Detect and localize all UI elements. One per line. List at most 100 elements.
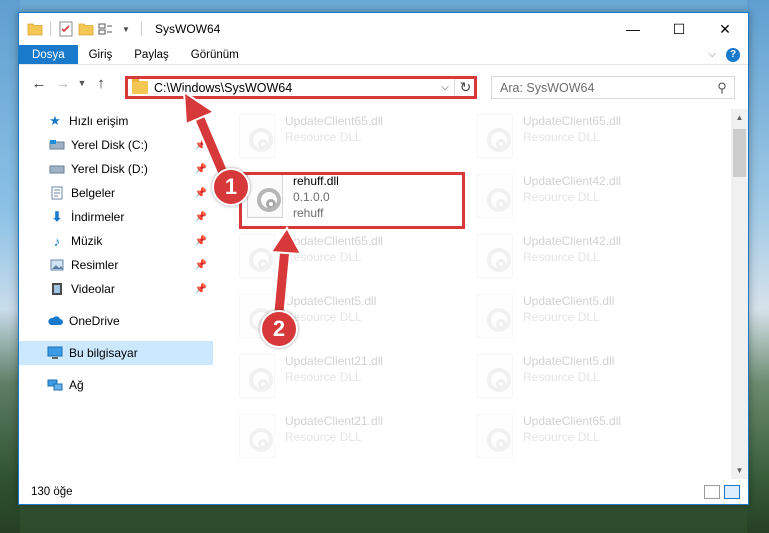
tab-file[interactable]: Dosya bbox=[19, 45, 78, 64]
navigation-pane: ★ Hızlı erişim Yerel Disk (C:) 📌 Yerel D… bbox=[19, 109, 213, 479]
file-item[interactable]: UpdateClient42.dll Resource DLL bbox=[477, 231, 707, 283]
music-icon: ♪ bbox=[53, 233, 61, 249]
new-folder-icon[interactable] bbox=[78, 21, 94, 37]
file-name: UpdateClient5.dll bbox=[523, 354, 615, 368]
sidebar-item-downloads[interactable]: ⬇ İndirmeler 📌 bbox=[19, 205, 213, 229]
up-button[interactable]: ↑ bbox=[89, 71, 113, 95]
pin-icon[interactable]: 📌 bbox=[195, 236, 207, 247]
file-item[interactable]: UpdateClient5.dll Resource DLL bbox=[477, 291, 707, 343]
customize-toolbar-icon[interactable] bbox=[98, 21, 114, 37]
sidebar-item-label: Yerel Disk (C:) bbox=[71, 138, 148, 152]
tab-share[interactable]: Paylaş bbox=[123, 45, 180, 64]
large-icons-view-icon[interactable] bbox=[724, 485, 740, 499]
sidebar-item-pictures[interactable]: Resimler 📌 bbox=[19, 253, 213, 277]
file-name: rehuff.dll bbox=[293, 174, 339, 188]
file-item[interactable]: UpdateClient21.dll Resource DLL bbox=[239, 351, 469, 403]
file-description: Resource DLL bbox=[285, 370, 362, 384]
file-explorer-window: ▼ SysWOW64 — ☐ ✕ Dosya Giriş Paylaş Görü… bbox=[18, 12, 749, 505]
file-item[interactable]: UpdateClient5.dll Resource DLL bbox=[477, 351, 707, 403]
search-box[interactable]: ⚲ bbox=[491, 76, 735, 99]
vertical-scrollbar[interactable]: ▲ ▼ bbox=[731, 109, 748, 479]
toolbar-separator bbox=[50, 22, 51, 36]
sidebar-item-label: İndirmeler bbox=[71, 210, 125, 224]
file-item[interactable]: UpdateClient65.dll Resource DLL bbox=[477, 111, 707, 163]
computer-icon bbox=[47, 345, 63, 361]
desktop-background-right bbox=[747, 0, 769, 533]
tab-home[interactable]: Giriş bbox=[78, 45, 124, 64]
pin-icon[interactable]: 📌 bbox=[195, 188, 207, 199]
sidebar-item-onedrive[interactable]: OneDrive bbox=[19, 309, 213, 333]
properties-icon[interactable] bbox=[58, 21, 74, 37]
sidebar-item-label: Müzik bbox=[71, 234, 103, 248]
file-item[interactable]: UpdateClient21.dll Resource DLL bbox=[239, 411, 469, 463]
status-bar: 130 öğe bbox=[19, 480, 748, 504]
title-bar: ▼ SysWOW64 — ☐ ✕ bbox=[19, 13, 748, 45]
back-button[interactable]: ← bbox=[27, 71, 51, 95]
address-bar[interactable]: C:\Windows\SysWOW64 ⌵ ↻ bbox=[125, 76, 477, 99]
file-description: Resource DLL bbox=[523, 130, 600, 144]
file-description: Resource DLL bbox=[285, 310, 362, 324]
file-item[interactable]: UpdateClient65.dll Resource DLL bbox=[239, 231, 469, 283]
search-icon[interactable]: ⚲ bbox=[710, 80, 734, 96]
tab-view[interactable]: Görünüm bbox=[180, 45, 250, 64]
dll-file-icon bbox=[247, 174, 283, 218]
documents-icon bbox=[49, 185, 65, 201]
file-list: UpdateClient65.dll Resource DLL UpdateCli… bbox=[229, 109, 729, 479]
recent-locations-button[interactable]: ▼ bbox=[75, 71, 89, 95]
sidebar-item-label: Hızlı erişim bbox=[69, 114, 129, 128]
chevron-down-icon[interactable]: ▼ bbox=[118, 21, 134, 37]
maximize-button[interactable]: ☐ bbox=[656, 13, 702, 45]
sidebar-item-label: Videolar bbox=[71, 282, 115, 296]
sidebar-item-music[interactable]: ♪ Müzik 📌 bbox=[19, 229, 213, 253]
file-item[interactable]: UpdateClient65.dll Resource DLL bbox=[239, 111, 469, 163]
refresh-button[interactable]: ↻ bbox=[454, 77, 476, 98]
drive-icon bbox=[49, 137, 65, 153]
file-name: UpdateClient42.dll bbox=[523, 174, 622, 188]
file-name: UpdateClient5.dll bbox=[523, 294, 615, 308]
sidebar-item-this-pc[interactable]: Bu bilgisayar bbox=[19, 341, 213, 365]
item-count: 130 öğe bbox=[31, 486, 73, 498]
search-input[interactable] bbox=[500, 80, 710, 95]
file-description: Resource DLL bbox=[285, 430, 362, 444]
file-item-rehuff[interactable]: rehuff.dll 0.1.0.0 rehuff bbox=[247, 171, 477, 223]
sidebar-item-drive-d[interactable]: Yerel Disk (D:) 📌 bbox=[19, 157, 213, 181]
file-name: UpdateClient65.dll bbox=[523, 414, 622, 428]
dll-file-icon bbox=[477, 414, 513, 458]
forward-button[interactable]: → bbox=[51, 71, 75, 95]
sidebar-item-quick-access[interactable]: ★ Hızlı erişim bbox=[19, 109, 213, 133]
file-version: 0.1.0.0 bbox=[293, 190, 330, 204]
sidebar-item-documents[interactable]: Belgeler 📌 bbox=[19, 181, 213, 205]
pin-icon[interactable]: 📌 bbox=[195, 212, 207, 223]
address-path[interactable]: C:\Windows\SysWOW64 bbox=[154, 81, 436, 95]
help-icon[interactable]: ? bbox=[726, 47, 740, 62]
minimize-button[interactable]: — bbox=[610, 13, 656, 45]
dll-file-icon bbox=[239, 414, 275, 458]
file-name: UpdateClient21.dll bbox=[285, 354, 384, 368]
sidebar-item-label: Belgeler bbox=[71, 186, 116, 200]
file-description: Resource DLL bbox=[523, 250, 600, 264]
sidebar-item-label: Resimler bbox=[71, 258, 119, 272]
scroll-up-icon[interactable]: ▲ bbox=[731, 109, 748, 126]
expand-ribbon-icon[interactable]: ⌵ bbox=[708, 49, 716, 60]
file-item[interactable]: UpdateClient42.dll Resource DLL bbox=[477, 171, 707, 223]
view-switcher bbox=[704, 485, 748, 499]
file-item[interactable]: UpdateClient65.dll Resource DLL bbox=[477, 411, 707, 463]
sidebar-item-videos[interactable]: Videolar 📌 bbox=[19, 277, 213, 301]
pin-icon[interactable]: 📌 bbox=[195, 164, 207, 175]
details-view-icon[interactable] bbox=[704, 485, 720, 499]
scrollbar-thumb[interactable] bbox=[733, 129, 746, 177]
sidebar-item-network[interactable]: Ağ bbox=[19, 373, 213, 397]
pin-icon[interactable]: 📌 bbox=[195, 140, 207, 151]
pin-icon[interactable]: 📌 bbox=[195, 284, 207, 295]
file-description: Resource DLL bbox=[523, 370, 600, 384]
sidebar-item-label: Bu bilgisayar bbox=[69, 346, 138, 360]
dll-file-icon bbox=[477, 114, 513, 158]
downloads-icon: ⬇ bbox=[51, 209, 63, 224]
scroll-down-icon[interactable]: ▼ bbox=[731, 462, 748, 479]
close-button[interactable]: ✕ bbox=[702, 13, 748, 45]
pin-icon[interactable]: 📌 bbox=[195, 260, 207, 271]
sidebar-item-drive-c[interactable]: Yerel Disk (C:) 📌 bbox=[19, 133, 213, 157]
chevron-down-icon[interactable]: ⌵ bbox=[436, 82, 454, 93]
